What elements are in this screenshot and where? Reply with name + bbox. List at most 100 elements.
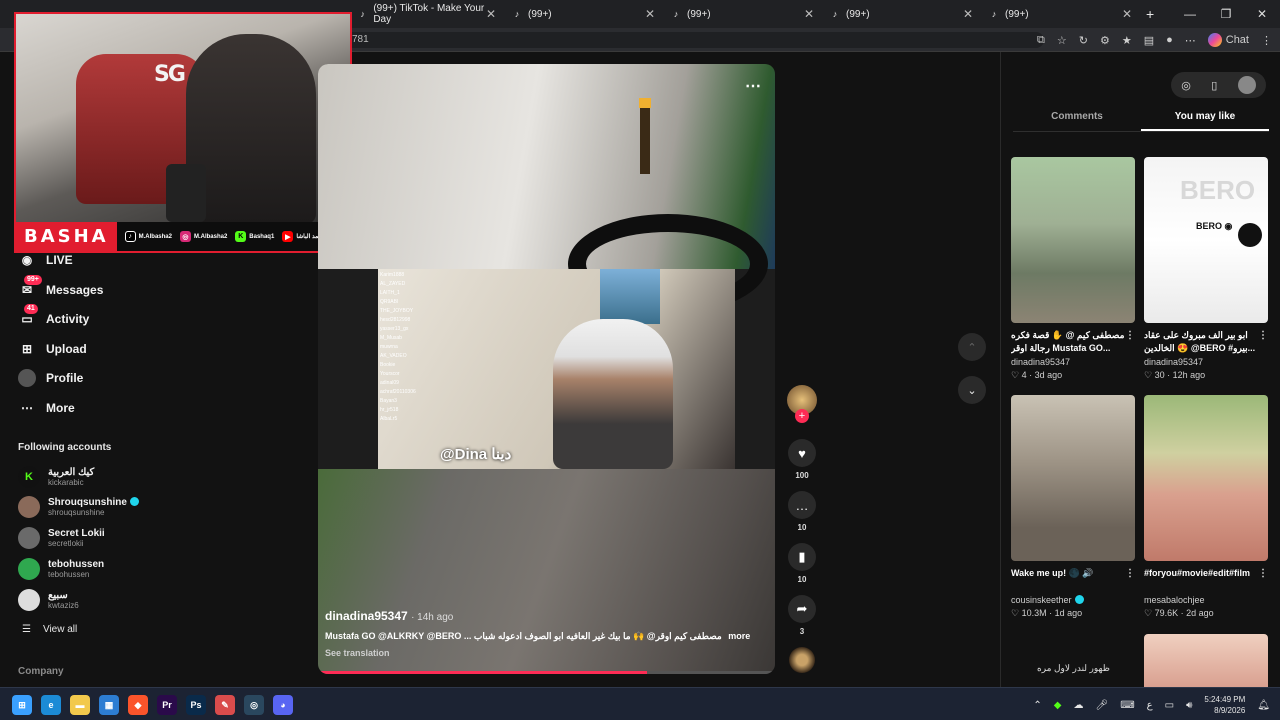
- avatar: [18, 589, 40, 611]
- favorites-icon[interactable]: ★: [1122, 34, 1132, 47]
- paint-icon[interactable]: ✎: [215, 695, 235, 715]
- discord-icon[interactable]: ◕: [273, 695, 293, 715]
- like-button[interactable]: ♥ 100: [785, 439, 819, 480]
- video-thumbnail-partial[interactable]: [1144, 634, 1268, 687]
- edge-icon[interactable]: e: [41, 695, 61, 715]
- chevron-up-icon[interactable]: ⌃: [1033, 700, 1041, 711]
- close-icon[interactable]: ✕: [804, 7, 814, 21]
- favorite-star-icon[interactable]: ☆: [1057, 34, 1067, 47]
- extensions-icon[interactable]: ⚙: [1100, 34, 1110, 47]
- nav-messages[interactable]: ✉ 99+ Messages: [18, 275, 103, 299]
- clock[interactable]: 5:24:49 PM 8/9/2026: [1204, 694, 1245, 716]
- close-icon[interactable]: ✕: [1122, 7, 1132, 21]
- steam-icon[interactable]: ◎: [244, 695, 264, 715]
- browser-tab[interactable]: ♪ (99+) ✕: [665, 4, 820, 24]
- creator-avatar-button[interactable]: +: [785, 385, 819, 423]
- card-meta: ♡ 30 · 12h ago: [1144, 370, 1206, 380]
- cloud-icon[interactable]: ☁: [1074, 700, 1084, 711]
- caption-more-link[interactable]: more: [728, 631, 750, 641]
- following-item[interactable]: tebohussen tebohussen: [18, 558, 104, 580]
- tab-title: (99+): [1005, 8, 1029, 20]
- video-progress-bar[interactable]: [318, 671, 775, 674]
- browser-tab[interactable]: ♪ (99+) ✕: [824, 4, 979, 24]
- video-time: · 14h ago: [411, 612, 454, 623]
- thumb-overlay-text: BERO: [1180, 175, 1256, 205]
- close-icon[interactable]: ✕: [645, 7, 655, 21]
- user-avatar[interactable]: [1237, 76, 1256, 94]
- following-item[interactable]: Shrouqsunshine shrouqsunshine: [18, 496, 139, 518]
- following-item[interactable]: سبيع kwtaziz6: [18, 589, 79, 611]
- suggested-video-card[interactable]: #foryou#movie#edit#film ⋮ mesabalochjee ♡…: [1144, 395, 1268, 619]
- tab-comments[interactable]: Comments: [1013, 108, 1141, 131]
- url-field[interactable]: 781: [344, 32, 1044, 48]
- store-icon[interactable]: ▦: [99, 695, 119, 715]
- file-explorer-icon[interactable]: ▬: [70, 695, 90, 715]
- share-button[interactable]: ➦ 3: [785, 595, 819, 636]
- language-indicator[interactable]: ع: [1147, 700, 1153, 711]
- network-app-icon[interactable]: ◆: [1054, 700, 1062, 711]
- view-all-link[interactable]: ☰ View all: [22, 624, 77, 635]
- settings-menu-icon[interactable]: ⋯: [1185, 34, 1196, 47]
- premiere-icon[interactable]: Pr: [157, 695, 177, 715]
- next-video-button[interactable]: ⌄: [958, 376, 986, 404]
- nav-more[interactable]: ⋯ More: [18, 399, 75, 417]
- comment-preview-text: ظهور لندر لاول مره: [1037, 663, 1110, 673]
- refresh-icon[interactable]: ↻: [1079, 34, 1088, 47]
- restore-button[interactable]: ❐: [1208, 0, 1244, 28]
- see-translation-link[interactable]: See translation: [325, 648, 770, 658]
- suggested-video-card[interactable]: مصطفى كيم @ ✋ قصة فكره رجالة اوقر Mustaf…: [1011, 157, 1135, 381]
- new-tab-button[interactable]: +: [1140, 4, 1160, 24]
- video-player[interactable]: Karim1888 AL_ZAYED LAITH_1 QR9ABI THE_JOYBOY…: [318, 64, 775, 674]
- more-options-icon[interactable]: ⋮: [1258, 329, 1268, 342]
- more-options-icon[interactable]: ⋮: [1258, 567, 1268, 580]
- video-author[interactable]: dinadina95347: [325, 609, 408, 623]
- nav-upload[interactable]: ⊞ Upload: [18, 340, 87, 358]
- more-icon: ⋯: [21, 401, 33, 415]
- close-icon[interactable]: ✕: [963, 7, 973, 21]
- windows-start-icon[interactable]: ⊞: [12, 695, 32, 715]
- suggested-video-card[interactable]: Wake me up! 🌑 🔊 ⋮ cousinskeether ♡ 10.3M …: [1011, 395, 1135, 619]
- tab-you-may-like[interactable]: You may like: [1141, 108, 1269, 131]
- keyboard-icon[interactable]: ⌨: [1120, 700, 1134, 711]
- sidebar-more-icon[interactable]: ⋮: [1261, 34, 1272, 47]
- following-item[interactable]: K كيك العربية kickarabic: [18, 466, 94, 488]
- nav-activity[interactable]: ▭ 41 Activity: [18, 304, 89, 328]
- display-icon[interactable]: ▭: [1165, 700, 1174, 711]
- comment-button[interactable]: … 10: [785, 491, 819, 532]
- nav-profile[interactable]: Profile: [18, 369, 83, 387]
- close-window-button[interactable]: ✕: [1244, 0, 1280, 28]
- device-icon[interactable]: ▯: [1211, 79, 1217, 92]
- microphone-icon[interactable]: 🎤︎: [1096, 700, 1109, 711]
- brave-icon[interactable]: ◆: [128, 695, 148, 715]
- more-options-icon[interactable]: ⋮: [1125, 567, 1135, 580]
- more-options-icon[interactable]: ⋮: [1125, 329, 1135, 342]
- browser-tab[interactable]: ♪ (99+) ✕: [983, 4, 1138, 24]
- save-button[interactable]: ▮ 10: [785, 543, 819, 584]
- follow-plus-icon[interactable]: +: [795, 409, 809, 423]
- company-link[interactable]: Company: [18, 666, 64, 677]
- suggested-video-card[interactable]: BERO BERO ◉ ابو بير الف مبروك على عقاد ا…: [1144, 157, 1268, 381]
- card-author[interactable]: cousinskeether: [1011, 595, 1072, 605]
- more-options-icon[interactable]: ⋯: [745, 76, 761, 96]
- previous-video-button[interactable]: ⌃: [958, 333, 986, 361]
- card-author[interactable]: dinadina95347: [1144, 357, 1268, 367]
- browser-tab[interactable]: ♪ (99+) ✕: [506, 4, 661, 24]
- tiktok-icon: ♪: [673, 9, 679, 19]
- profile-avatar-icon[interactable]: ●: [1166, 34, 1173, 46]
- collections-icon[interactable]: ▤: [1144, 34, 1154, 47]
- volume-icon[interactable]: 🔊︎: [1186, 700, 1192, 711]
- split-screen-icon[interactable]: ⧉: [1037, 34, 1045, 47]
- sound-disc-button[interactable]: [785, 647, 819, 673]
- chat-line: hesd2812998: [380, 317, 411, 323]
- browser-tab[interactable]: ♪ (99+) TikTok - Make Your Day ✕: [352, 3, 502, 25]
- card-author[interactable]: dinadina95347: [1011, 357, 1135, 367]
- coin-icon[interactable]: ◎: [1181, 79, 1191, 92]
- following-item[interactable]: Secret Lokii secretlokii: [18, 527, 105, 549]
- close-icon[interactable]: ✕: [486, 7, 496, 21]
- photoshop-icon[interactable]: Ps: [186, 695, 206, 715]
- chat-button[interactable]: Chat: [1207, 33, 1249, 47]
- card-author[interactable]: mesabalochjee: [1144, 595, 1268, 605]
- nav-live[interactable]: ◉ LIVE: [18, 251, 73, 269]
- minimize-button[interactable]: —: [1172, 0, 1208, 28]
- notifications-icon[interactable]: 🔔︎: [1257, 700, 1270, 711]
